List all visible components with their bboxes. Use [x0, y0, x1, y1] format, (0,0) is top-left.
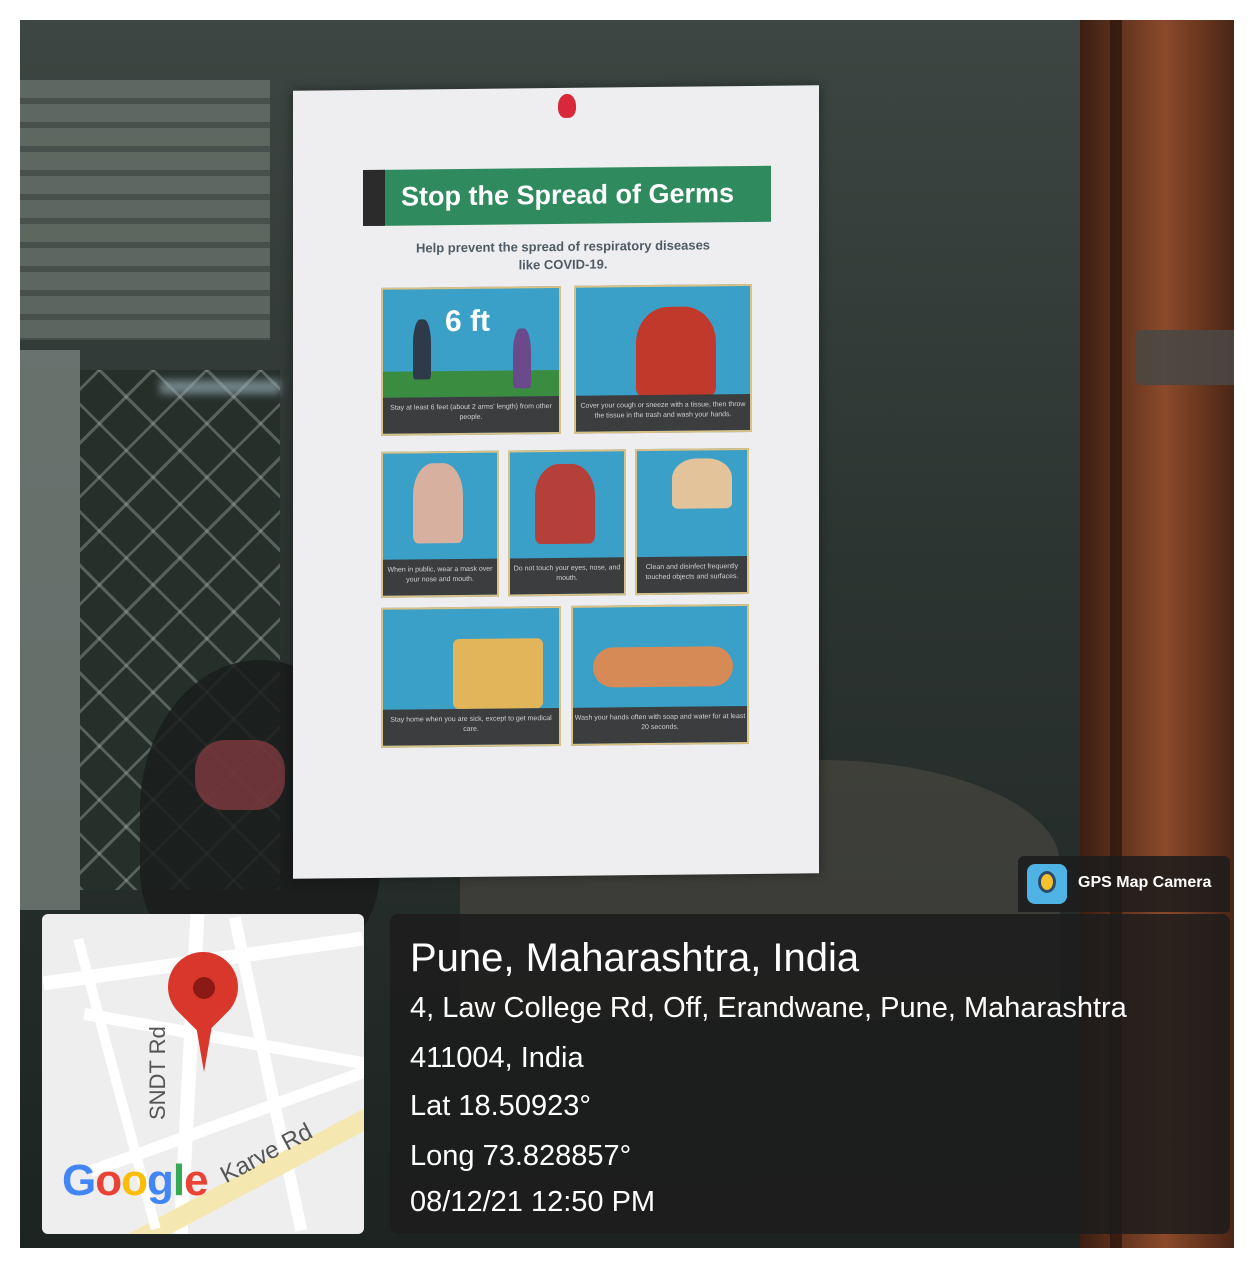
poster-subtitle: Help prevent the spread of respiratory d…	[415, 237, 711, 273]
light-glow	[160, 380, 280, 394]
panel-distance: 6 ft Stay at least 6 feet (about 2 arms'…	[381, 285, 561, 436]
panel-face: Do not touch your eyes, nose, and mouth.	[508, 449, 626, 597]
panel-caption: Wash your hands often with soap and wate…	[573, 705, 747, 744]
person-figure-icon	[413, 319, 431, 380]
distance-label: 6 ft	[445, 304, 490, 339]
panel-caption: Stay at least 6 feet (about 2 arms' leng…	[383, 395, 559, 434]
panel-caption: Cover your cough or sneeze with a tissue…	[576, 393, 750, 432]
door-latch	[1135, 330, 1234, 385]
banner-accent	[363, 169, 385, 227]
google-logo: Google	[62, 1156, 209, 1205]
address-line-1: 4, Law College Rd, Off, Erandwane, Pune,…	[410, 992, 1127, 1024]
push-pin-icon	[558, 93, 576, 118]
panel-caption: When in public, wear a mask over your no…	[383, 558, 497, 596]
panel-mask: When in public, wear a mask over your no…	[381, 450, 499, 598]
panel-caption: Stay home when you are sick, except to g…	[383, 707, 559, 746]
panel-caption: Do not touch your eyes, nose, and mouth.	[510, 557, 624, 595]
person-sneezing-icon	[636, 306, 716, 398]
grass	[383, 369, 559, 398]
masked-people-icon	[413, 462, 463, 544]
longitude: Long 73.828857°	[410, 1140, 632, 1172]
road-label-sndt: SNDT Rd	[145, 1026, 170, 1120]
person-figure-icon	[513, 328, 531, 389]
gps-map-camera-icon	[1027, 864, 1067, 904]
panel-clean: Clean and disinfect frequently touched o…	[635, 447, 749, 596]
poster-title: Stop the Spread of Germs	[401, 178, 735, 212]
latitude: Lat 18.50923°	[410, 1090, 591, 1122]
background-window	[20, 80, 270, 340]
panel-caption: Clean and disinfect frequently touched o…	[637, 555, 747, 594]
washing-hands-icon	[593, 646, 733, 688]
poster: Stop the Spread of Germs Help prevent th…	[293, 85, 819, 879]
reflection-mask	[195, 740, 285, 810]
house-icon	[453, 638, 543, 710]
background-wall	[20, 350, 80, 910]
gps-badge-label: GPS Map Camera	[1078, 874, 1212, 891]
panel-wash: Wash your hands often with soap and wate…	[571, 603, 749, 746]
spray-bottle-icon	[672, 458, 732, 509]
panel-cough: Cover your cough or sneeze with a tissue…	[574, 283, 752, 434]
timestamp: 08/12/21 12:50 PM	[410, 1186, 656, 1218]
map-road	[83, 1008, 364, 1072]
location-title: Pune, Maharashtra, India	[410, 936, 860, 980]
face-touch-icon	[535, 463, 595, 545]
address-line-2: 411004, India	[410, 1042, 584, 1074]
map-pin-dot	[193, 977, 215, 999]
panel-stay-home: Stay home when you are sick, except to g…	[381, 605, 561, 748]
